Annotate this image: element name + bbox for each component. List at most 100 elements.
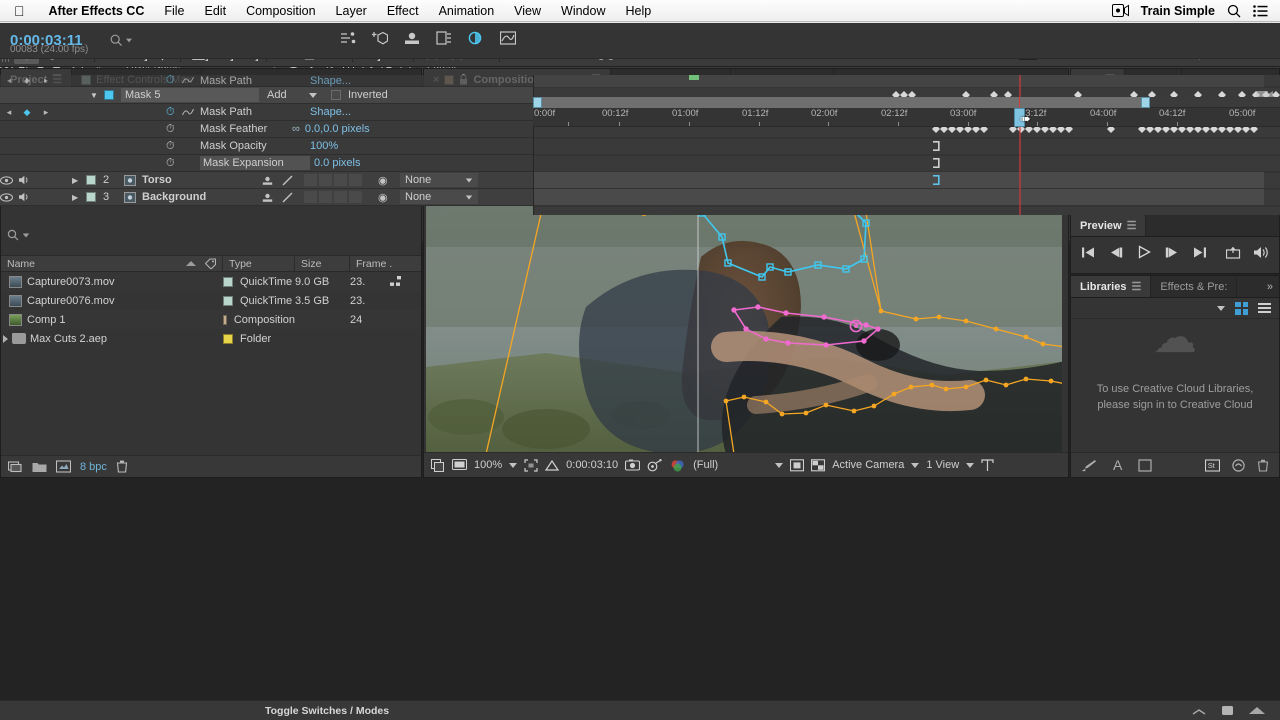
column-header-size[interactable]: Size (295, 256, 350, 271)
project-row[interactable]: Capture0076.mov QuickTime 3.5 GB 23. (1, 291, 421, 310)
timeline-row[interactable]: ◂ ◆ ▸ ⏱ Mask Path Shape... (0, 74, 533, 87)
label-swatch[interactable] (223, 333, 233, 344)
last-frame-icon[interactable] (1193, 246, 1207, 259)
zoom-in-icon[interactable] (1248, 706, 1266, 715)
link-icon[interactable]: ∞ (292, 123, 300, 135)
new-composition-icon[interactable] (56, 460, 71, 473)
menu-item-help[interactable]: Help (616, 4, 662, 18)
chevron-down-icon[interactable] (309, 92, 317, 98)
spotlight-search-icon[interactable] (1227, 4, 1241, 18)
list-view-icon[interactable] (1258, 302, 1271, 314)
keyframe-toggle-icon[interactable]: ◆ (18, 76, 36, 85)
interpret-footage-icon[interactable] (8, 460, 23, 473)
current-time-display[interactable]: 0:00:03:10 (566, 459, 618, 471)
timeline-layer-row[interactable]: ▶ 3 Background ◉ None (0, 189, 533, 206)
tab-libraries[interactable]: Libraries ☰ (1071, 276, 1152, 297)
column-header-type[interactable]: Type (223, 256, 295, 271)
draft-3d-icon[interactable] (372, 31, 388, 46)
zoom-level[interactable]: 100% (474, 459, 502, 471)
delete-icon[interactable] (116, 460, 128, 473)
label-swatch[interactable] (223, 295, 233, 306)
project-row[interactable]: Capture0073.mov QuickTime 9.0 GB 23. (1, 272, 421, 291)
stopwatch-icon[interactable]: ⏱ (166, 140, 182, 153)
notification-center-icon[interactable] (1253, 4, 1268, 17)
chevron-down-icon[interactable] (465, 178, 473, 182)
new-folder-icon[interactable] (32, 461, 47, 473)
always-preview-icon[interactable] (431, 458, 445, 472)
chevron-down-icon[interactable] (1217, 305, 1225, 311)
previous-frame-icon[interactable] (1109, 246, 1123, 259)
switch-cell[interactable] (334, 174, 347, 186)
next-frame-icon[interactable] (1165, 246, 1179, 259)
motion-blur-icon[interactable] (468, 31, 484, 46)
layer-name[interactable]: Background (142, 191, 262, 203)
keyframe-next-icon[interactable]: ▸ (36, 107, 56, 118)
parent-pickwhip-icon[interactable]: ◉ (378, 174, 400, 187)
loop-icon[interactable] (1226, 246, 1241, 259)
first-frame-icon[interactable] (1081, 246, 1095, 259)
stopwatch-icon[interactable]: ⏱ (166, 74, 182, 87)
stopwatch-icon[interactable]: ⏱ (166, 106, 182, 119)
play-icon[interactable] (1137, 245, 1151, 259)
project-row[interactable]: Comp 1 Composition 24 (1, 310, 421, 329)
switch-cell[interactable] (319, 191, 332, 203)
chevron-down-icon[interactable] (126, 38, 132, 43)
audio-icon[interactable] (18, 175, 36, 185)
quality-switch-icon[interactable] (282, 175, 304, 186)
timeline-row-value[interactable]: 0.0 pixels (310, 157, 360, 169)
project-search[interactable] (7, 229, 30, 241)
menu-item-composition[interactable]: Composition (236, 4, 325, 18)
timeline-row-value[interactable]: Shape... (310, 75, 351, 87)
menu-item-window[interactable]: Window (551, 4, 615, 18)
keyframe-next-icon[interactable]: ▸ (36, 76, 56, 85)
column-header-frame[interactable]: Frame . (350, 256, 400, 271)
toggle-switches-modes-button[interactable]: Toggle Switches / Modes (0, 705, 389, 717)
switch-cell[interactable] (304, 191, 317, 203)
keyframe-toggle-icon[interactable]: ◆ (18, 107, 36, 118)
apple-logo-icon[interactable]:  (14, 4, 25, 18)
overflow-chevron-icon[interactable]: » (1267, 281, 1273, 293)
panel-menu-icon[interactable]: ☰ (1131, 280, 1141, 293)
views-select[interactable]: 1 View (926, 459, 959, 471)
transparency-grid-icon[interactable] (545, 459, 560, 472)
bit-depth-label[interactable]: 8 bpc (80, 461, 107, 473)
disclosure-triangle-icon[interactable] (3, 334, 8, 343)
label-swatch[interactable] (223, 314, 227, 325)
pixel-aspect-icon[interactable] (981, 458, 994, 472)
stock-icon[interactable]: St (1205, 458, 1220, 472)
switch-cell[interactable] (349, 191, 362, 203)
timeline-graph-area[interactable] (533, 75, 1280, 215)
delete-icon[interactable] (1257, 459, 1269, 472)
menu-item-layer[interactable]: Layer (326, 4, 377, 18)
screen-record-icon[interactable] (1111, 4, 1129, 17)
chevron-down-icon[interactable] (966, 462, 975, 468)
eye-icon[interactable] (0, 175, 18, 185)
layer-name[interactable]: Torso (142, 174, 262, 186)
audio-icon[interactable] (18, 192, 36, 202)
keyframe-canvas[interactable] (534, 75, 1280, 215)
menu-item-app[interactable]: After Effects CC (39, 4, 155, 18)
mask-color-swatch[interactable] (104, 90, 114, 100)
disclosure-triangle-icon[interactable]: ▶ (72, 176, 86, 185)
switch-cell[interactable] (349, 174, 362, 186)
menu-item-view[interactable]: View (504, 4, 551, 18)
main-viewer-icon[interactable] (452, 459, 467, 471)
timeline-row-value[interactable]: Shape... (310, 106, 351, 118)
eye-icon[interactable] (0, 192, 18, 202)
channel-rgb-icon[interactable] (670, 459, 686, 472)
switch-cell[interactable] (334, 191, 347, 203)
chevron-down-icon[interactable] (509, 462, 518, 468)
disclosure-triangle-icon[interactable]: ▼ (90, 91, 104, 100)
inverted-checkbox[interactable] (331, 90, 341, 100)
timeline-row[interactable]: ⏱ Mask Expansion 0.0 pixels (0, 155, 533, 172)
parent-value[interactable]: None (405, 174, 431, 186)
region-of-interest-icon[interactable] (524, 458, 538, 472)
graph-editor-icon[interactable] (500, 31, 516, 46)
disclosure-triangle-icon[interactable]: ▶ (72, 193, 86, 202)
parent-value[interactable]: None (405, 191, 431, 203)
timeline-row-label[interactable]: Mask Expansion (200, 156, 310, 170)
chevron-down-icon[interactable] (775, 462, 784, 468)
project-row[interactable]: Max Cuts 2.aep Folder (1, 329, 421, 348)
mask-name[interactable]: Mask 5 (121, 88, 259, 102)
keyframe-prev-icon[interactable]: ◂ (0, 76, 18, 85)
